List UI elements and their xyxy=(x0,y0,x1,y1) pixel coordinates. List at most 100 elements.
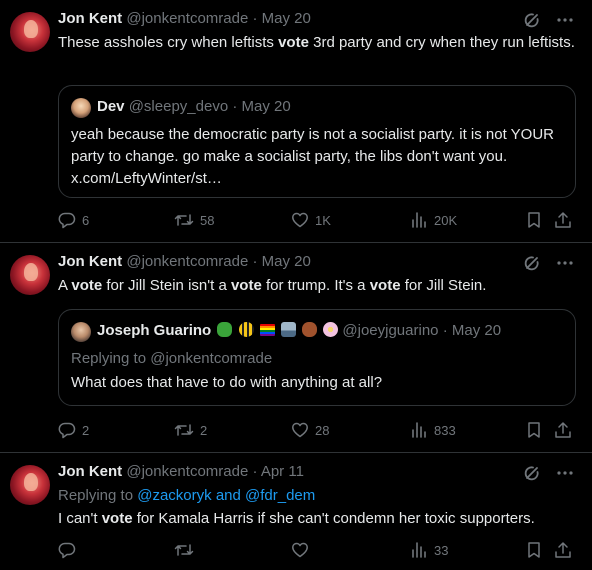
author-name: Joseph Guarino xyxy=(97,322,212,339)
grok-icon[interactable] xyxy=(522,253,542,273)
repost-icon xyxy=(174,544,194,556)
timeline: Jon Kent @jonkentcomrade · May 20 These … xyxy=(0,0,592,570)
author-name[interactable]: Jon Kent xyxy=(58,10,122,27)
like-icon xyxy=(292,542,308,558)
replying-and: and xyxy=(215,487,241,504)
replying-to: Replying to @jonkentcomrade xyxy=(71,348,561,370)
views-icon xyxy=(412,422,426,438)
author-name: Dev xyxy=(97,98,125,115)
author-handle: @joeyjguarino xyxy=(342,322,439,339)
share-button[interactable] xyxy=(554,210,572,230)
tweet-date[interactable]: Apr 11 xyxy=(261,463,304,480)
more-icon[interactable] xyxy=(556,11,574,29)
author-handle[interactable]: @jonkentcomrade xyxy=(126,10,248,27)
grok-icon[interactable] xyxy=(522,463,542,483)
bookmark-button[interactable] xyxy=(526,540,542,560)
like-button[interactable]: 1K xyxy=(291,210,331,230)
views-count: 33 xyxy=(434,542,449,558)
more-icon[interactable] xyxy=(556,254,574,272)
separator: · xyxy=(252,10,258,27)
views-button[interactable]: 33 xyxy=(410,540,448,560)
reply-icon xyxy=(58,212,76,229)
share-icon xyxy=(555,422,571,438)
author-handle: @sleepy_devo xyxy=(128,98,229,115)
views-icon xyxy=(412,212,426,228)
quoted-tweet[interactable]: Joseph Guarino @joeyjguarino · May 20 Re… xyxy=(58,309,576,406)
quoted-header: Joseph Guarino @joeyjguarino · May 20 xyxy=(97,322,501,339)
dragon-emoji-icon xyxy=(217,322,233,337)
avatar xyxy=(71,98,91,118)
quoted-header: Dev @sleepy_devo · May 20 xyxy=(97,98,291,115)
bookmark-icon xyxy=(528,212,540,228)
grok-icon[interactable] xyxy=(522,10,542,30)
tweet-text: These assholes cry when leftists vote 3r… xyxy=(58,32,578,54)
train-emoji-icon xyxy=(280,322,296,337)
repost-count: 2 xyxy=(200,422,208,438)
avatar[interactable] xyxy=(10,12,50,52)
tweet-date[interactable]: May 20 xyxy=(262,253,311,270)
tweet-header: Jon Kent @jonkentcomrade · May 20 xyxy=(58,10,311,30)
quoted-text: yeah because the democratic party is not… xyxy=(71,126,555,187)
replying-handle-link[interactable]: @fdr_dem xyxy=(245,487,315,504)
reply-button[interactable]: 2 xyxy=(58,420,89,440)
replying-handle: @jonkentcomrade xyxy=(150,350,273,367)
share-icon xyxy=(555,212,571,228)
reply-button[interactable] xyxy=(58,540,82,560)
bookmark-button[interactable] xyxy=(526,420,542,440)
tweet-actions: 6 58 1K 20K xyxy=(58,210,578,230)
profile-emojis xyxy=(215,322,342,339)
reply-icon xyxy=(58,422,76,439)
like-icon xyxy=(292,212,308,228)
views-button[interactable]: 833 xyxy=(410,420,456,440)
like-button[interactable]: 28 xyxy=(291,420,329,440)
text-segment: These assholes cry when leftists xyxy=(58,34,279,51)
bookmark-icon xyxy=(528,422,540,438)
repost-button[interactable]: 58 xyxy=(174,210,214,230)
author-handle[interactable]: @jonkentcomrade xyxy=(126,253,248,270)
separator: · xyxy=(252,253,258,270)
text-segment: for Jill Stein. xyxy=(400,277,487,294)
share-button[interactable] xyxy=(554,540,572,560)
text-segment: A xyxy=(58,277,72,294)
highlight-keyword: vote xyxy=(71,277,103,294)
like-icon xyxy=(292,422,308,438)
author-name[interactable]: Jon Kent xyxy=(58,253,122,270)
tweet-date[interactable]: May 20 xyxy=(262,10,311,27)
tweet-header: Jon Kent @jonkentcomrade · May 20 xyxy=(58,253,311,273)
text-segment: for Kamala Harris if she can't condemn h… xyxy=(132,510,535,527)
highlight-keyword: vote xyxy=(369,277,401,294)
quoted-tweet[interactable]: Dev @sleepy_devo · May 20 yeah because t… xyxy=(58,85,576,198)
avatar[interactable] xyxy=(10,465,50,505)
tweet[interactable]: Jon Kent @jonkentcomrade · May 20 These … xyxy=(0,0,592,243)
author-name[interactable]: Jon Kent xyxy=(58,463,122,480)
views-count: 20K xyxy=(434,212,458,228)
tweet-date: May 20 xyxy=(451,322,502,339)
text-segment: for trump. It's a xyxy=(261,277,370,294)
text-segment: 3rd party and cry when they run leftists… xyxy=(308,34,575,51)
avatar[interactable] xyxy=(10,255,50,295)
bee-emoji-icon xyxy=(238,322,254,337)
flower-emoji-icon xyxy=(323,322,339,337)
replying-prefix: Replying to xyxy=(71,350,147,367)
reply-button[interactable]: 6 xyxy=(58,210,89,230)
tweet-top-icons xyxy=(522,253,574,273)
author-handle[interactable]: @jonkentcomrade xyxy=(126,463,248,480)
highlight-keyword: vote xyxy=(230,277,262,294)
share-button[interactable] xyxy=(554,420,572,440)
more-icon[interactable] xyxy=(556,464,574,482)
tweet[interactable]: Jon Kent @jonkentcomrade · May 20 A vote… xyxy=(0,243,592,453)
text-segment: I can't xyxy=(58,510,102,527)
like-count: 28 xyxy=(315,422,330,438)
tweet-date: May 20 xyxy=(241,98,291,115)
share-icon xyxy=(555,542,571,558)
bookmark-icon xyxy=(528,542,540,558)
tweet[interactable]: Jon Kent @jonkentcomrade · Apr 11 Replyi… xyxy=(0,453,592,570)
bookmark-button[interactable] xyxy=(526,210,542,230)
views-button[interactable]: 20K xyxy=(410,210,457,230)
replying-handle-link[interactable]: @zackoryk xyxy=(137,487,211,504)
repost-button[interactable] xyxy=(174,540,200,560)
owl-emoji-icon xyxy=(302,322,318,337)
like-button[interactable] xyxy=(291,540,315,560)
repost-button[interactable]: 2 xyxy=(174,420,207,440)
repost-count: 58 xyxy=(200,212,215,228)
